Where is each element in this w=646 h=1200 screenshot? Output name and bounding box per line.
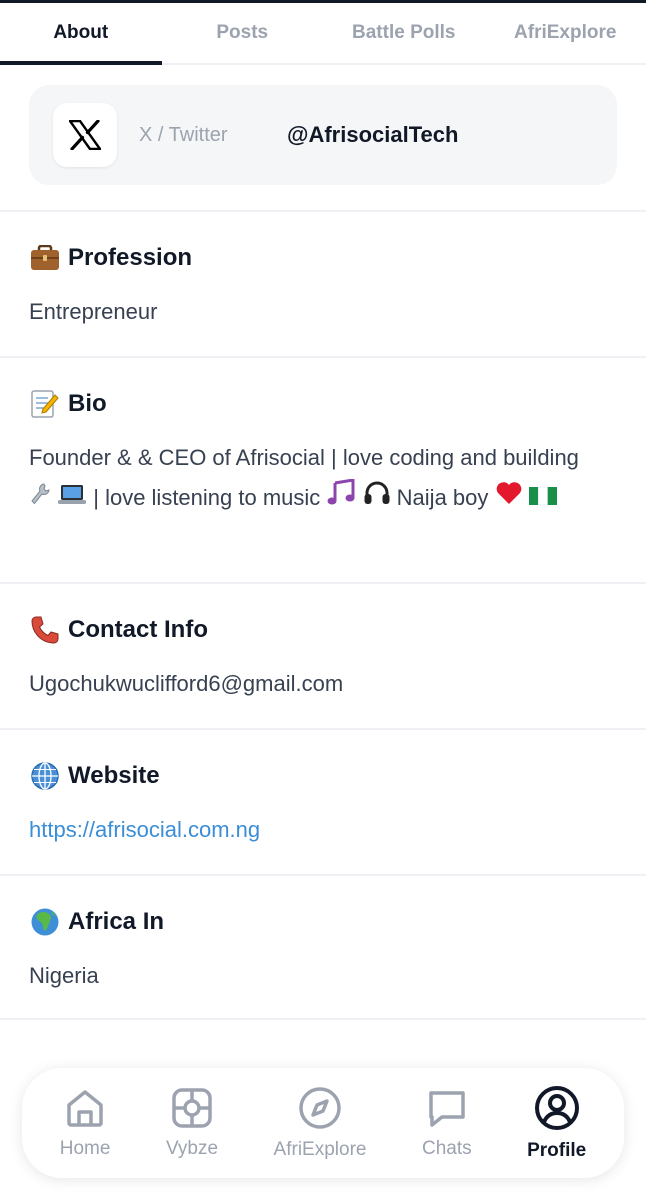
profile-tabs: About Posts Battle Polls AfriExplore	[0, 3, 646, 65]
x-logo-icon	[53, 103, 117, 167]
bio-text-part2: | love listening to music	[93, 485, 321, 510]
globe-icon	[29, 760, 61, 792]
profession-section: Profession Entrepreneur	[0, 210, 646, 356]
website-section: Website https://afrisocial.com.ng	[0, 728, 646, 874]
profession-title: Profession	[68, 244, 193, 271]
nav-chats[interactable]: Chats	[422, 1087, 472, 1160]
laptop-icon	[57, 479, 87, 519]
tab-afriexplore[interactable]: AfriExplore	[485, 3, 646, 63]
music-notes-icon	[326, 477, 356, 520]
nav-chats-label: Chats	[421, 1137, 472, 1159]
compass-icon	[298, 1086, 342, 1135]
nav-vybze-label: Vybze	[165, 1137, 219, 1159]
profession-value: Entrepreneur	[29, 299, 158, 324]
nav-vybze[interactable]: Vybze	[166, 1087, 218, 1160]
africa-in-section: Africa In Nigeria	[0, 874, 646, 1020]
profession-heading: Profession	[29, 242, 646, 274]
nav-afriexplore[interactable]: AfriExplore	[273, 1086, 367, 1161]
chat-bubble-icon	[426, 1087, 468, 1134]
contact-title: Contact Info	[68, 616, 208, 643]
bio-text-part1: Founder & & CEO of Afrisocial | love cod…	[29, 445, 579, 470]
home-icon	[64, 1087, 106, 1134]
nigeria-flag-icon	[528, 479, 557, 519]
social-platform-label: X / Twitter	[139, 123, 228, 146]
nav-profile-label: Profile	[527, 1139, 587, 1161]
tab-battle-polls[interactable]: Battle Polls	[323, 3, 485, 63]
tab-about[interactable]: About	[0, 3, 162, 65]
contact-section: Contact Info Ugochukwuclifford6@gmail.co…	[0, 582, 646, 728]
nav-afriexplore-label: AfriExplore	[273, 1138, 367, 1160]
user-circle-icon	[534, 1085, 580, 1136]
africa-in-value: Nigeria	[29, 963, 99, 988]
bio-heading: Bio	[29, 388, 646, 420]
nav-profile[interactable]: Profile	[527, 1085, 586, 1162]
bio-title: Bio	[68, 390, 107, 417]
social-handle[interactable]: @AfrisocialTech	[287, 122, 458, 148]
red-heart-icon	[495, 479, 523, 519]
tab-posts[interactable]: Posts	[162, 3, 324, 63]
website-link[interactable]: https://afrisocial.com.ng	[29, 810, 646, 850]
telephone-icon	[29, 614, 61, 646]
nav-home[interactable]: Home	[59, 1087, 111, 1160]
memo-icon	[29, 388, 61, 420]
headphones-icon	[363, 479, 391, 519]
africa-in-heading: Africa In	[29, 906, 646, 938]
social-link-card[interactable]: X / Twitter @AfrisocialTech	[29, 85, 617, 185]
bottom-navigation: Home Vybze AfriExplore Chats Profile	[22, 1068, 624, 1178]
bio-value: Founder & & CEO of Afrisocial | love cod…	[29, 438, 646, 520]
wrench-icon	[29, 479, 51, 519]
vybze-icon	[171, 1087, 213, 1134]
website-title: Website	[68, 762, 160, 789]
briefcase-icon	[29, 242, 61, 274]
contact-heading: Contact Info	[29, 614, 646, 646]
africa-in-title: Africa In	[68, 908, 165, 935]
earth-africa-icon	[29, 906, 61, 938]
bio-text-part3: Naija boy	[396, 485, 489, 510]
website-heading: Website	[29, 760, 646, 792]
nav-home-label: Home	[59, 1137, 111, 1159]
bio-section: Bio Founder & & CEO of Afrisocial | love…	[0, 356, 646, 583]
contact-value[interactable]: Ugochukwuclifford6@gmail.com	[29, 664, 646, 704]
